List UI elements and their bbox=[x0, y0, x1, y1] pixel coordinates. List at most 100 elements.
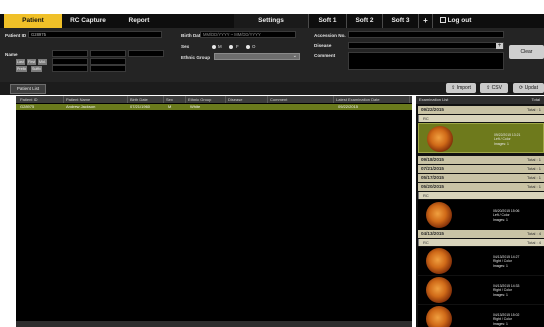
exam-date-row[interactable]: 09/18/2015 Total : 1 bbox=[418, 156, 544, 164]
logout-label: Log out bbox=[447, 17, 472, 24]
exam-date-row[interactable]: 09/22/2015 Total : 1 bbox=[418, 106, 544, 114]
fundus-thumbnail bbox=[427, 126, 453, 152]
app-window: Patient RC Capture Report Settings Soft … bbox=[0, 0, 544, 327]
exam-date: 05/17/2015 bbox=[421, 175, 444, 180]
col-comment[interactable]: Comment bbox=[268, 96, 334, 103]
cell-patient-name: Andrew Jackson bbox=[66, 104, 96, 109]
fundus-thumbnail bbox=[426, 306, 452, 327]
disease-label: Disease bbox=[314, 43, 332, 48]
col-patient-id[interactable]: Patient ID bbox=[18, 96, 64, 103]
ethnic-group-select[interactable]: ⌄ bbox=[214, 53, 300, 60]
update-button[interactable]: ⟳ Updat bbox=[513, 83, 544, 93]
exam-images: Images: 1 bbox=[493, 263, 508, 268]
exam-sub-row[interactable]: RC bbox=[418, 115, 544, 122]
sex-radio-m[interactable] bbox=[212, 45, 216, 49]
accession-label: Accession No. bbox=[314, 33, 346, 38]
exam-sub-total: Total : 4 bbox=[526, 240, 541, 245]
accession-input[interactable] bbox=[348, 31, 504, 38]
exam-card[interactable]: 09/22/2015 13:21 Left / Color Images: 1 bbox=[418, 123, 544, 153]
exam-date: 05/20/2015 bbox=[421, 184, 444, 189]
first-name-input[interactable] bbox=[90, 50, 126, 57]
tab-rc-capture[interactable]: RC Capture bbox=[62, 14, 114, 28]
exam-date: 07/21/2015 bbox=[421, 166, 444, 171]
top-nav: Patient RC Capture Report Settings Soft … bbox=[0, 14, 544, 28]
prefix-input[interactable] bbox=[52, 65, 88, 72]
chevron-down-icon: ⌄ bbox=[292, 53, 297, 59]
add-icon[interactable]: + bbox=[418, 14, 432, 28]
sex-label-m: M bbox=[218, 44, 222, 49]
exam-total: Total : 1 bbox=[526, 175, 541, 180]
exam-sub-row[interactable]: RC Total : 4 bbox=[418, 239, 544, 246]
clear-button[interactable]: Clear bbox=[509, 45, 544, 59]
name-line2-input-1[interactable] bbox=[52, 58, 88, 65]
exam-sub-type: RC bbox=[423, 116, 429, 121]
last-name-input[interactable] bbox=[52, 50, 88, 57]
exam-date-row[interactable]: 05/20/2015 Total : 1 bbox=[418, 183, 544, 191]
tab-report[interactable]: Report bbox=[114, 14, 164, 28]
exam-sub-type: RC bbox=[423, 193, 429, 198]
cell-disease bbox=[226, 104, 228, 110]
exam-date-row[interactable]: 05/17/2015 Total : 1 bbox=[418, 174, 544, 182]
exam-card-info: 04/13/2015 15:02 Right / Color Images: 1 bbox=[493, 313, 519, 326]
col-ethnic-group[interactable]: Ethnic Group bbox=[186, 96, 226, 103]
fundus-thumbnail bbox=[426, 277, 452, 303]
tab-patient-list[interactable]: Patient List bbox=[10, 84, 46, 94]
fundus-thumbnail bbox=[426, 202, 452, 228]
exam-sub-type: RC bbox=[423, 240, 429, 245]
fundus-thumbnail bbox=[426, 248, 452, 274]
horizontal-scrollbar[interactable] bbox=[16, 321, 412, 327]
import-button[interactable]: ⇪ Import bbox=[446, 83, 476, 93]
exam-card-info: 05/20/2015 15:06 Left / Color Images: 1 bbox=[493, 209, 519, 222]
exam-list-header: Examination List Total bbox=[416, 96, 544, 104]
exam-card-info: 04/13/2015 14:27 Right / Color Images: 1 bbox=[493, 255, 519, 268]
disease-input[interactable] bbox=[348, 42, 504, 49]
cell-birth-date: 07/21/1960 bbox=[130, 104, 151, 109]
col-patient-name[interactable]: Patient Name bbox=[64, 96, 128, 103]
comment-input[interactable] bbox=[348, 52, 504, 70]
sex-radio-o[interactable] bbox=[246, 45, 250, 49]
csv-button[interactable]: ⇪ CSV bbox=[480, 83, 508, 93]
exam-total: Total : 1 bbox=[526, 166, 541, 171]
tab-soft-3[interactable]: Soft 3 bbox=[382, 14, 418, 28]
sex-radio-f[interactable] bbox=[229, 45, 233, 49]
disease-add-icon[interactable]: + bbox=[496, 43, 503, 49]
table-row[interactable]: G28975 Andrew Jackson 07/21/1960 M White… bbox=[16, 104, 412, 110]
name-chip-prefix: Prefix bbox=[16, 66, 28, 72]
logout-button[interactable]: Log out bbox=[432, 14, 478, 28]
examination-list: Examination List Total 09/22/2015 Total … bbox=[416, 96, 544, 327]
name-chip-suffix: Suffix bbox=[31, 66, 42, 72]
exam-card[interactable]: 04/13/2015 14:27 Right / Color Images: 1 bbox=[418, 247, 544, 275]
search-panel: Patient ID G28975 Name Last First Mid. P… bbox=[0, 28, 544, 82]
exam-total: Total : 4 bbox=[526, 231, 541, 236]
exam-date-row[interactable]: 07/21/2015 Total : 1 bbox=[418, 165, 544, 173]
exam-date-row[interactable]: 04/13/2015 Total : 4 bbox=[418, 230, 544, 238]
comment-label: Comment bbox=[314, 53, 336, 58]
cell-ethnic-group: White bbox=[190, 104, 201, 109]
exam-card[interactable]: 04/13/2015 15:02 Right / Color Images: 1 bbox=[418, 305, 544, 327]
col-birth-date[interactable]: Birth Date bbox=[128, 96, 164, 103]
birth-date-input[interactable]: MM/DD/YYYY ~ MM/DD/YYYY bbox=[200, 31, 296, 38]
exam-card[interactable]: 04/13/2015 14:33 Right / Color Images: 1 bbox=[418, 276, 544, 304]
exam-card[interactable]: 05/20/2015 15:06 Left / Color Images: 1 bbox=[418, 200, 544, 230]
tab-soft-1[interactable]: Soft 1 bbox=[308, 14, 346, 28]
sex-label-o: O bbox=[252, 44, 256, 49]
suffix-input[interactable] bbox=[90, 65, 126, 72]
exam-total: Total : 1 bbox=[526, 184, 541, 189]
col-disease[interactable]: Disease bbox=[226, 96, 268, 103]
patient-id-label: Patient ID bbox=[5, 33, 27, 38]
exam-list-total: Total bbox=[531, 97, 540, 102]
tab-soft-2[interactable]: Soft 2 bbox=[346, 14, 382, 28]
tab-patient[interactable]: Patient bbox=[4, 14, 62, 28]
exam-total: Total : 1 bbox=[526, 107, 541, 112]
patient-id-input[interactable]: G28975 bbox=[28, 31, 162, 38]
sex-label: Sex bbox=[181, 44, 190, 49]
name-line2-input-2[interactable] bbox=[90, 58, 126, 65]
update-label: Updat bbox=[524, 85, 538, 91]
tab-settings[interactable]: Settings bbox=[234, 14, 308, 28]
exam-sub-row[interactable]: RC bbox=[418, 192, 544, 199]
name-spacer bbox=[4, 51, 6, 58]
col-latest-exam[interactable]: Latest Examination Date bbox=[334, 96, 410, 103]
middle-name-input[interactable] bbox=[128, 50, 164, 57]
exam-images: Images: 1 bbox=[494, 141, 509, 146]
col-sex[interactable]: Sex bbox=[164, 96, 186, 103]
